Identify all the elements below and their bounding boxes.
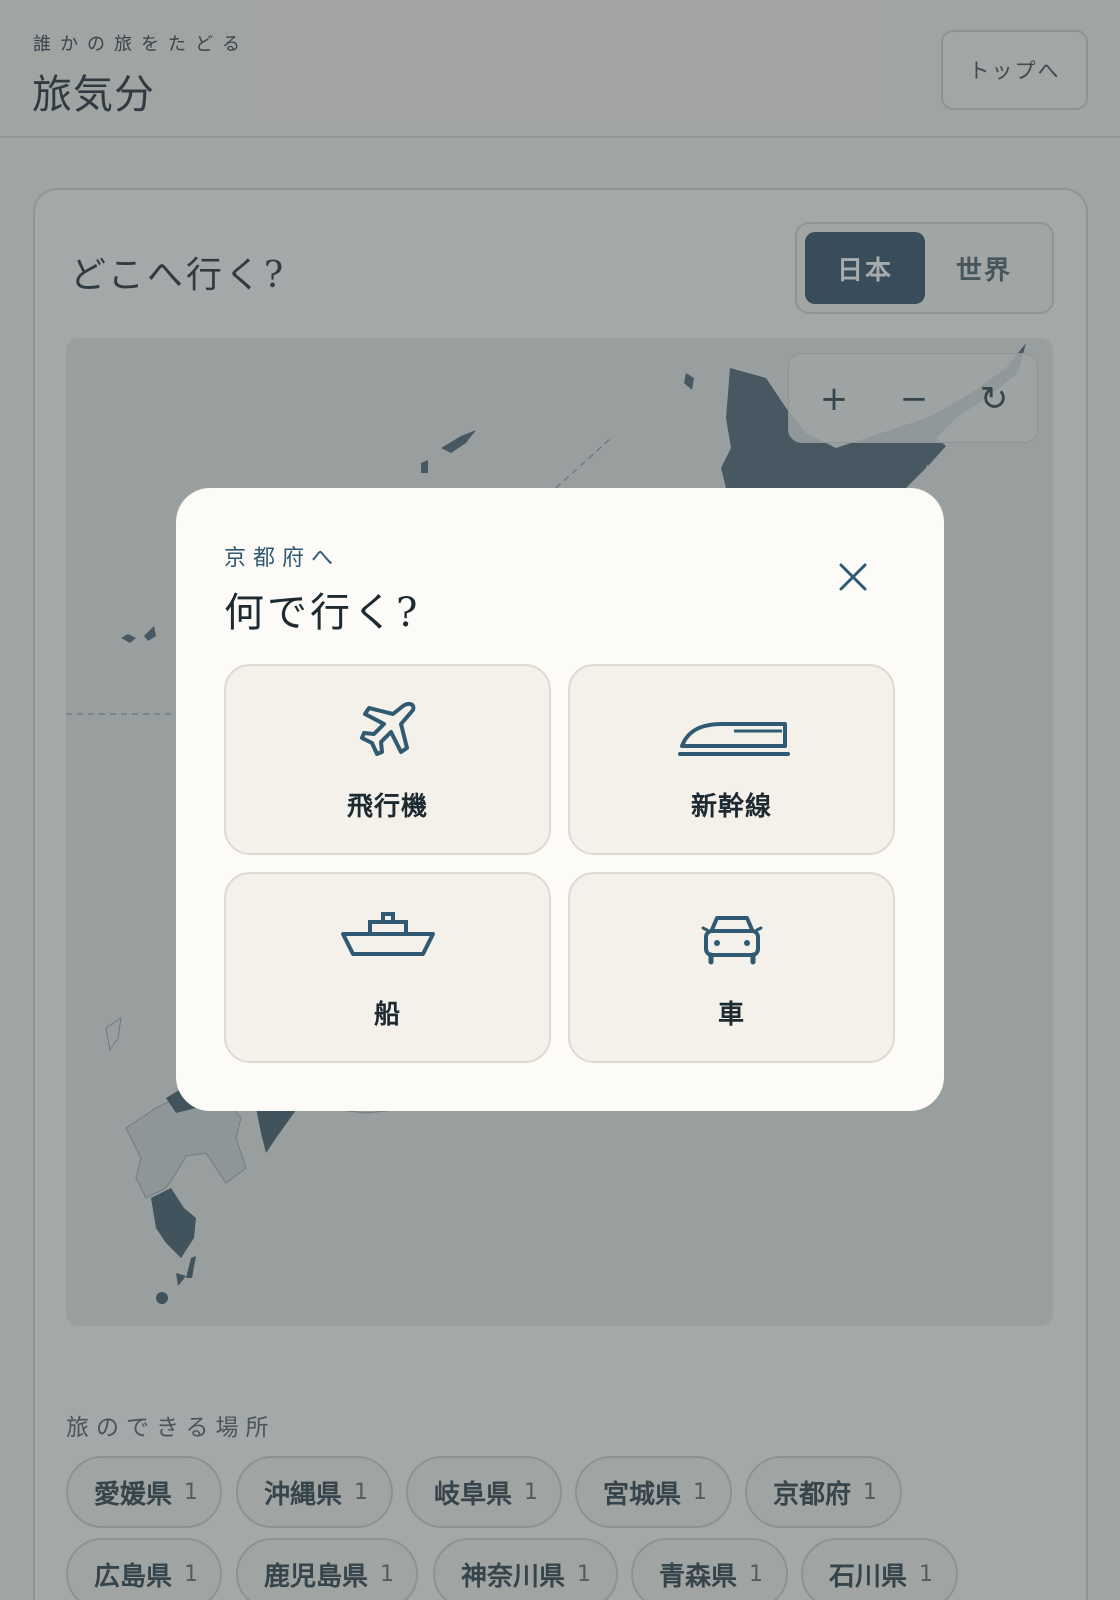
airplane-icon bbox=[226, 696, 549, 766]
modal-destination: 京都府へ bbox=[224, 546, 341, 571]
option-shinkansen-button[interactable]: 新幹線 bbox=[568, 664, 895, 855]
option-car-button[interactable]: 車 bbox=[568, 872, 895, 1063]
option-label: 船 bbox=[373, 1000, 401, 1030]
ship-icon bbox=[226, 904, 549, 974]
modal-title: 何で行く? bbox=[224, 590, 421, 636]
close-icon[interactable] bbox=[834, 558, 872, 596]
option-label: 飛行機 bbox=[346, 792, 428, 822]
option-label: 新幹線 bbox=[690, 792, 772, 822]
option-label: 車 bbox=[717, 1000, 745, 1030]
option-ship-button[interactable]: 船 bbox=[224, 872, 551, 1063]
car-icon bbox=[570, 904, 893, 974]
bullet-train-icon bbox=[570, 696, 893, 766]
transport-modal: 京都府へ 何で行く? 飛行機 新幹線 船 車 bbox=[176, 488, 944, 1111]
option-airplane-button[interactable]: 飛行機 bbox=[224, 664, 551, 855]
